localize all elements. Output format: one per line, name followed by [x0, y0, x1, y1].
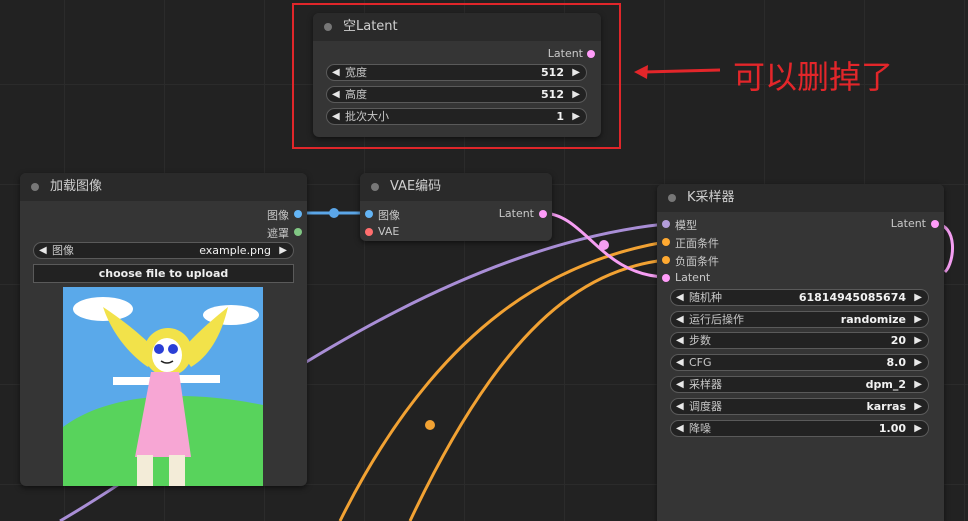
increment-arrow-icon[interactable]: ▶ — [914, 291, 922, 305]
next-arrow-icon[interactable]: ▶ — [914, 400, 922, 414]
widget-value: 20 — [890, 334, 906, 347]
decrement-arrow-icon[interactable]: ◀ — [676, 334, 684, 348]
widget-label: 随机种 — [689, 291, 722, 304]
widget-value: randomize — [840, 313, 906, 326]
negative-input-label: 负面条件 — [675, 255, 719, 268]
widget-value: 1.00 — [878, 422, 906, 435]
vae-encode-node[interactable]: VAE编码 图像 VAE Latent — [360, 173, 552, 241]
link-positive-conditioning — [338, 240, 666, 521]
latent-output-label: Latent — [498, 207, 534, 220]
decrement-arrow-icon[interactable]: ◀ — [676, 356, 684, 370]
widget-value: 8.0 — [886, 356, 907, 369]
widget-label: CFG — [689, 356, 712, 369]
ksampler-title[interactable]: K采样器 — [657, 184, 944, 212]
previous-arrow-icon[interactable]: ◀ — [39, 244, 47, 258]
node-title-text: K采样器 — [687, 190, 735, 205]
widget-label: 步数 — [689, 334, 711, 347]
collapse-dot-icon[interactable] — [668, 194, 676, 202]
decrement-arrow-icon[interactable]: ◀ — [676, 422, 684, 436]
widget-value: example.png — [199, 244, 271, 257]
mask-output-label: 遮罩 — [267, 227, 289, 240]
latent-output-label: Latent — [890, 217, 926, 230]
image-preview — [63, 287, 263, 486]
link-latent-dot — [599, 240, 609, 250]
latent-input-label: Latent — [675, 271, 711, 284]
node-title-text: 加载图像 — [50, 179, 103, 194]
upload-button[interactable]: choose file to upload — [33, 264, 294, 283]
node-title-text: VAE编码 — [390, 179, 442, 194]
image-output-dot-icon[interactable] — [294, 210, 302, 218]
image-input-dot-icon[interactable] — [365, 210, 373, 218]
image-input-label: 图像 — [378, 209, 400, 222]
control-after-generate-widget[interactable]: ◀ 运行后操作 randomize ▶ — [670, 311, 929, 328]
model-input-label: 模型 — [675, 219, 697, 232]
denoise-widget[interactable]: ◀ 降噪 1.00 ▶ — [670, 420, 929, 437]
link-reroute-dot — [425, 420, 435, 430]
vae-encode-title[interactable]: VAE编码 — [360, 173, 552, 201]
widget-label: 降噪 — [689, 422, 711, 435]
ksampler-node[interactable]: K采样器 模型 正面条件 负面条件 Latent Latent ◀ 随机种 61… — [657, 184, 944, 521]
model-input-dot-icon[interactable] — [662, 220, 670, 228]
collapse-dot-icon[interactable] — [371, 183, 379, 191]
next-arrow-icon[interactable]: ▶ — [914, 378, 922, 392]
image-output-label: 图像 — [267, 209, 289, 222]
negative-input-dot-icon[interactable] — [662, 256, 670, 264]
previous-arrow-icon[interactable]: ◀ — [676, 400, 684, 414]
annotation-text: 可以删掉了 — [733, 58, 894, 96]
highlight-box — [292, 3, 621, 149]
widget-label: 图像 — [52, 244, 74, 257]
steps-widget[interactable]: ◀ 步数 20 ▶ — [670, 332, 929, 349]
mask-output-dot-icon[interactable] — [294, 228, 302, 236]
annotation-arrow-icon — [634, 65, 721, 79]
widget-label: 调度器 — [689, 400, 722, 413]
seed-widget[interactable]: ◀ 随机种 61814945085674 ▶ — [670, 289, 929, 306]
next-arrow-icon[interactable]: ▶ — [914, 313, 922, 327]
latent-output-dot-icon[interactable] — [539, 210, 547, 218]
scheduler-widget[interactable]: ◀ 调度器 karras ▶ — [670, 398, 929, 415]
widget-label: 运行后操作 — [689, 313, 744, 326]
previous-arrow-icon[interactable]: ◀ — [676, 378, 684, 392]
widget-value: karras — [866, 400, 906, 413]
positive-input-label: 正面条件 — [675, 237, 719, 250]
image-select-widget[interactable]: ◀ 图像 example.png ▶ — [33, 242, 294, 259]
widget-value: dpm_2 — [865, 378, 906, 391]
latent-input-dot-icon[interactable] — [662, 274, 670, 282]
load-image-title[interactable]: 加载图像 — [20, 173, 307, 201]
previous-arrow-icon[interactable]: ◀ — [676, 313, 684, 327]
sampler-widget[interactable]: ◀ 采样器 dpm_2 ▶ — [670, 376, 929, 393]
decrement-arrow-icon[interactable]: ◀ — [676, 291, 684, 305]
increment-arrow-icon[interactable]: ▶ — [914, 334, 922, 348]
positive-input-dot-icon[interactable] — [662, 238, 670, 246]
next-arrow-icon[interactable]: ▶ — [279, 244, 287, 258]
vae-input-label: VAE — [378, 225, 400, 238]
vae-input-dot-icon[interactable] — [365, 228, 373, 236]
collapse-dot-icon[interactable] — [31, 183, 39, 191]
link-negative-conditioning — [408, 258, 666, 521]
cfg-widget[interactable]: ◀ CFG 8.0 ▶ — [670, 354, 929, 371]
widget-label: 采样器 — [689, 378, 722, 391]
link-image-dot — [329, 208, 339, 218]
latent-output-dot-icon[interactable] — [931, 220, 939, 228]
increment-arrow-icon[interactable]: ▶ — [914, 422, 922, 436]
increment-arrow-icon[interactable]: ▶ — [914, 356, 922, 370]
link-latent — [541, 211, 666, 279]
widget-value: 61814945085674 — [798, 291, 906, 304]
